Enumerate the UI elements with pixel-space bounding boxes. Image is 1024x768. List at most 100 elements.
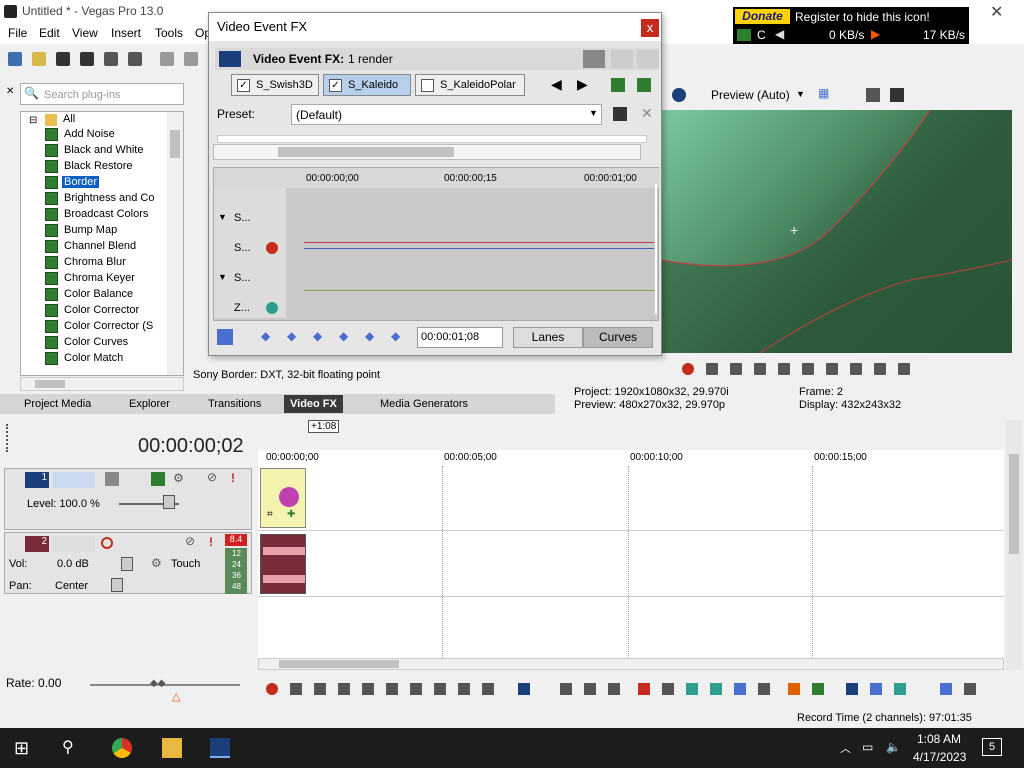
vegas-pro-icon[interactable]: [210, 738, 230, 758]
menu-tools[interactable]: Tools: [155, 26, 183, 40]
save-icon[interactable]: [56, 52, 70, 66]
plugin-item[interactable]: Brightness and Co: [45, 191, 157, 206]
go-end-icon[interactable]: [434, 683, 446, 695]
track-area[interactable]: [258, 466, 1004, 662]
lock-envelopes-icon[interactable]: [940, 683, 952, 695]
clock-time[interactable]: 1:08 AM: [917, 732, 961, 746]
track-name-field[interactable]: [53, 536, 95, 552]
mute-icon[interactable]: ⊘: [207, 470, 217, 484]
chrome-icon[interactable]: [112, 738, 132, 758]
audio-track-header[interactable]: 2 ⊘ ! 8.4 12 24 36 48 Vol: 0.0 dB ⚙ Touc…: [4, 532, 252, 594]
mute-icon[interactable]: ⊘: [185, 534, 195, 548]
properties-icon[interactable]: [128, 52, 142, 66]
solo-icon[interactable]: !: [209, 535, 213, 549]
chain-item-swish3d[interactable]: ✓ S_Swish3D: [231, 74, 319, 96]
plugin-item[interactable]: Color Corrector: [45, 303, 141, 318]
loop-icon[interactable]: [706, 363, 718, 375]
loop-icon[interactable]: [290, 683, 302, 695]
track-fx-icon[interactable]: [151, 472, 165, 486]
grid-view-icon[interactable]: [611, 50, 633, 68]
plugin-item[interactable]: Color Curves: [45, 335, 130, 350]
pan-slider-thumb[interactable]: [111, 578, 123, 592]
volume-icon[interactable]: 🔈: [886, 740, 901, 754]
video-track-header[interactable]: 1 ⚙ ⊘ ! Level: 100.0 %: [4, 468, 252, 530]
windows-start-icon[interactable]: ⊞: [14, 738, 34, 758]
copy-snapshot-icon[interactable]: [866, 88, 880, 102]
track-name-field[interactable]: [53, 472, 95, 488]
expand-icon[interactable]: ▼: [218, 212, 227, 222]
delete-preset-icon[interactable]: ✕: [641, 105, 653, 122]
new-icon[interactable]: [8, 52, 22, 66]
list-view-icon[interactable]: [583, 50, 605, 68]
trim-end-icon[interactable]: [710, 683, 722, 695]
preview-settings-icon[interactable]: [672, 88, 686, 102]
solo-icon[interactable]: !: [231, 471, 235, 485]
fx-horizontal-scrollbar[interactable]: [213, 144, 641, 160]
plugin-item[interactable]: Black Restore: [45, 159, 134, 174]
loop-marker[interactable]: +1:08: [308, 420, 340, 433]
play-icon[interactable]: [754, 363, 766, 375]
event-fx-icon[interactable]: ✚: [287, 509, 295, 520]
chain-prev-icon[interactable]: ◀: [551, 76, 562, 93]
tab-explorer[interactable]: Explorer: [123, 395, 176, 413]
add-keyframe-icon[interactable]: ◆: [365, 329, 374, 343]
automation-icon[interactable]: ⚙: [151, 556, 162, 570]
delete-icon[interactable]: [638, 683, 650, 695]
rate-slider-thumb[interactable]: ◆◆: [150, 678, 165, 689]
cut-icon[interactable]: [160, 52, 174, 66]
panel-close-icon[interactable]: ✕: [6, 86, 14, 97]
plugin-item[interactable]: Color Corrector (S: [45, 319, 155, 334]
grid-icon[interactable]: ▦: [818, 86, 829, 100]
lock-icon[interactable]: [758, 683, 770, 695]
prev-keyframe-icon[interactable]: ◆: [287, 329, 296, 343]
menu-file[interactable]: File: [8, 26, 27, 40]
split-icon[interactable]: [734, 683, 746, 695]
timeline-ruler[interactable]: 00:00:00;00 00:00:05;00 00:00:10;00 00:0…: [258, 450, 1004, 466]
slider-thumb[interactable]: [163, 495, 175, 509]
donate-button[interactable]: Donate: [735, 9, 790, 24]
tab-project-media[interactable]: Project Media: [18, 395, 97, 413]
tree-vertical-scrollbar[interactable]: [167, 112, 183, 375]
trim-icon[interactable]: [662, 683, 674, 695]
video-clip[interactable]: ⌗ ✚: [260, 468, 306, 528]
selection-tool-icon[interactable]: [584, 683, 596, 695]
first-keyframe-icon[interactable]: ◆: [261, 329, 270, 343]
play-icon[interactable]: [338, 683, 350, 695]
chevron-down-icon[interactable]: ▼: [589, 108, 598, 118]
chain-item-kaleido[interactable]: ✓ S_Kaleido: [323, 74, 411, 96]
save-as-icon[interactable]: [80, 52, 94, 66]
stop-icon[interactable]: [386, 683, 398, 695]
preset-select[interactable]: (Default): [291, 104, 602, 125]
chevron-down-icon[interactable]: ▼: [796, 89, 805, 99]
vol-slider-thumb[interactable]: [121, 557, 133, 571]
auto-crossfade-icon[interactable]: [870, 683, 882, 695]
compact-view-icon[interactable]: [637, 50, 659, 68]
pause-icon[interactable]: [362, 683, 374, 695]
render-icon[interactable]: [104, 52, 118, 66]
plugin-item[interactable]: Broadcast Colors: [45, 207, 150, 222]
go-end-icon[interactable]: [850, 363, 862, 375]
prev-frame-icon[interactable]: [874, 363, 886, 375]
marker-icon[interactable]: [788, 683, 800, 695]
envelope-tool-icon[interactable]: [560, 683, 572, 695]
menu-edit[interactable]: Edit: [39, 26, 60, 40]
checkbox-icon[interactable]: ✓: [329, 79, 342, 92]
stop-icon[interactable]: [802, 363, 814, 375]
save-snapshot-icon[interactable]: [890, 88, 904, 102]
automation-mode[interactable]: Touch: [171, 558, 200, 570]
keyframe-dot-icon[interactable]: [266, 302, 278, 314]
play-from-start-icon[interactable]: [314, 683, 326, 695]
ignore-grouping-icon[interactable]: [964, 683, 976, 695]
plugin-item[interactable]: Color Match: [45, 351, 125, 366]
trim-start-icon[interactable]: [686, 683, 698, 695]
lanes-button[interactable]: Lanes: [513, 327, 583, 348]
region-icon[interactable]: [812, 683, 824, 695]
search-icon[interactable]: ⚲: [62, 738, 82, 758]
network-icon[interactable]: ▭: [862, 740, 873, 754]
collapse-icon[interactable]: ⊟: [29, 115, 37, 126]
tree-root[interactable]: All: [63, 113, 75, 125]
sync-cursor-icon[interactable]: [217, 329, 233, 345]
record-icon[interactable]: [682, 363, 694, 375]
track-motion-icon[interactable]: [105, 472, 119, 486]
chain-next-icon[interactable]: ▶: [577, 76, 588, 93]
